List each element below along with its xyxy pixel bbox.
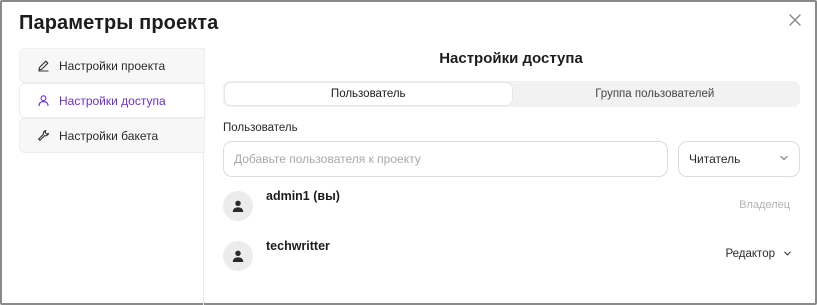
tab-user[interactable]: Пользователь [225,83,512,105]
panel-title: Настройки доступа [439,50,583,67]
wrench-icon [36,129,50,143]
sidebar: Настройки проекта Настройки доступа Наст… [2,48,205,305]
sidebar-item-label: Настройки проекта [59,58,166,73]
dialog-title: Параметры проекта [19,12,219,34]
pencil-icon [36,59,50,73]
sidebar-item-bucket-settings[interactable]: Настройки бакета [19,118,205,153]
avatar [223,191,253,221]
chevron-down-icon [779,150,789,168]
member-role: Редактор [725,248,775,260]
member-name: admin1 (вы) [266,189,340,203]
member-role: Владелец [739,199,790,211]
project-settings-dialog: Параметры проекта Настройки проекта Наст… [0,0,817,305]
chevron-down-icon [783,245,792,263]
avatar [223,241,253,271]
user-type-tabs: Пользователь Группа пользователей [223,81,800,107]
member-role-select[interactable]: Редактор [725,245,792,263]
sidebar-item-label: Настройки бакета [59,128,159,143]
member-row: techwritter Редактор [223,239,800,273]
add-user-input[interactable] [223,141,668,177]
member-name: techwritter [266,239,330,253]
user-field-label: Пользователь [223,122,298,134]
member-row: admin1 (вы) Владелец [223,189,800,223]
role-select-value: Читатель [689,152,741,166]
tab-user-group[interactable]: Группа пользователей [512,83,799,105]
sidebar-item-label: Настройки доступа [59,93,166,108]
role-select[interactable]: Читатель [678,141,800,177]
user-icon [36,94,50,108]
close-icon[interactable] [787,12,803,28]
sidebar-item-access-settings[interactable]: Настройки доступа [19,83,205,118]
sidebar-item-project-settings[interactable]: Настройки проекта [19,48,205,83]
